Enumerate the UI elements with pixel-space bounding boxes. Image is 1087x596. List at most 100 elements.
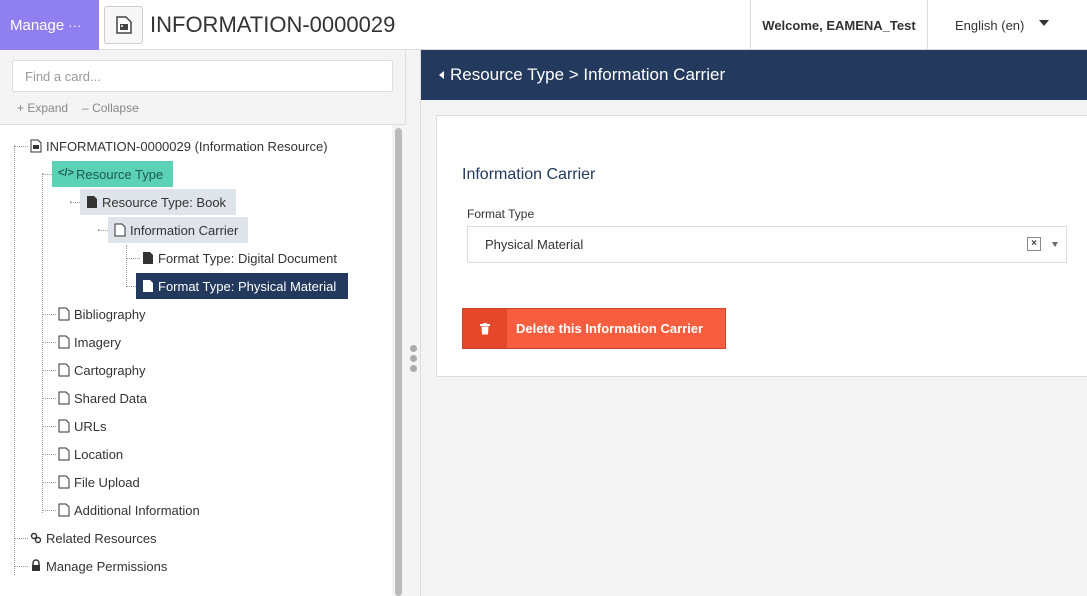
tree-node-label: Format Type: Digital Document	[158, 250, 337, 266]
tree-node-label: Format Type: Physical Material	[158, 278, 337, 294]
tree-node-location[interactable]: Location	[58, 441, 123, 467]
find-card-input[interactable]	[12, 60, 393, 92]
tree-node-resource-type-book[interactable]: Resource Type: Book	[80, 189, 237, 215]
tree-connector	[42, 510, 56, 511]
tree-connector	[42, 398, 56, 399]
delete-button[interactable]: Delete this Information Carrier	[462, 308, 726, 349]
tree-connector	[70, 202, 80, 203]
lock-icon	[32, 559, 40, 571]
tree-connector	[98, 230, 108, 231]
tree-connector	[42, 454, 56, 455]
card-tree-panel: + Expand – Collapse INFORMATION-0000029 …	[0, 50, 406, 596]
tree-scrollbar[interactable]	[392, 125, 406, 596]
collapse-button[interactable]: – Collapse	[82, 101, 139, 115]
grip-dot	[410, 355, 417, 362]
language-label: English (en)	[955, 17, 1025, 33]
tree-node-label: Location	[74, 446, 124, 462]
tree-node-imagery[interactable]: Imagery	[58, 329, 121, 355]
tree-node-resource-type[interactable]: </> Resource Type	[52, 161, 174, 187]
tree-tools: + Expand – Collapse	[17, 101, 139, 115]
file-icon	[58, 391, 70, 405]
tree-node-information-carrier[interactable]: Information Carrier	[108, 217, 249, 243]
tree-connector	[14, 145, 15, 575]
format-type-label: Format Type	[467, 207, 535, 221]
tree-node-label: Related Resources	[46, 530, 157, 546]
file-icon	[114, 223, 126, 237]
file-icon	[58, 503, 70, 517]
card-breadcrumb[interactable]: Resource Type > Information Carrier	[450, 65, 725, 85]
file-icon	[58, 419, 70, 433]
expand-button[interactable]: + Expand	[17, 101, 68, 115]
tree-node-cartography[interactable]: Cartography	[58, 357, 146, 383]
delete-label: Delete this Information Carrier	[516, 321, 704, 336]
manage-label: Manage	[10, 16, 65, 34]
tree-connector	[14, 566, 28, 567]
file-solid-icon	[87, 196, 97, 208]
tree-connector	[42, 426, 56, 427]
tree-node-label: Manage Permissions	[46, 558, 168, 574]
file-solid-icon	[143, 280, 153, 292]
tree-node-label: Information Carrier	[130, 222, 239, 238]
tree-connector	[14, 146, 28, 147]
tree-connector	[42, 173, 43, 513]
tree-node-label: Shared Data	[74, 390, 147, 406]
tree-node-label: Resource Type	[76, 166, 164, 182]
tree-node-label: File Upload	[74, 474, 140, 490]
tree-node-additional-information[interactable]: Additional Information	[58, 497, 200, 523]
scroll-thumb[interactable]	[395, 128, 402, 596]
tree-node-label: Bibliography	[74, 306, 146, 322]
card-form: Information Carrier Format Type Physical…	[436, 115, 1087, 377]
resource-title: INFORMATION-0000029	[150, 12, 396, 37]
tree-node-file-upload[interactable]: File Upload	[58, 469, 140, 495]
tree-node-root[interactable]: INFORMATION-0000029 (Information Resourc…	[30, 133, 328, 159]
tree-node-label: Additional Information	[74, 502, 200, 518]
tree-node-label: Cartography	[74, 362, 146, 378]
chevron-down-icon[interactable]	[1052, 242, 1058, 247]
file-solid-icon	[143, 252, 153, 264]
file-icon	[58, 447, 70, 461]
tree-node-bibliography[interactable]: Bibliography	[58, 301, 146, 327]
clear-icon[interactable]: ×	[1027, 237, 1041, 251]
caret-left-icon[interactable]	[439, 71, 444, 79]
tree-node-label: INFORMATION-0000029 (Information Resourc…	[46, 138, 328, 154]
format-type-select[interactable]: Physical Material ×	[467, 226, 1067, 263]
tree-connector	[126, 245, 127, 287]
tree-connector	[14, 538, 28, 539]
tree-node-label: Resource Type: Book	[102, 194, 227, 210]
user-menu[interactable]: Welcome, EAMENA_Test	[750, 0, 927, 50]
tree-node-shared-data[interactable]: Shared Data	[58, 385, 147, 411]
tree-node-label: URLs	[74, 418, 107, 434]
tree-node-urls[interactable]: URLs	[58, 413, 107, 439]
tree-node-related-resources[interactable]: Related Resources	[30, 525, 157, 551]
tree-connector	[126, 286, 136, 287]
file-icon	[58, 307, 70, 321]
tree-node-label: Imagery	[74, 334, 121, 350]
tree-node-manage-permissions[interactable]: Manage Permissions	[30, 553, 167, 579]
grip-dot	[410, 365, 417, 372]
link-icon	[30, 532, 42, 544]
image-resource-icon	[104, 6, 143, 44]
format-type-value: Physical Material	[485, 237, 584, 252]
tree-connector	[42, 174, 52, 175]
file-icon	[58, 363, 70, 377]
file-icon	[58, 335, 70, 349]
trash-icon	[463, 309, 507, 348]
tree-connector	[126, 258, 140, 259]
card-title: Information Carrier	[462, 166, 596, 183]
grip-dot	[410, 345, 417, 352]
more-icon: ···	[68, 17, 82, 33]
tree-node-format-physical[interactable]: Format Type: Physical Material	[136, 273, 349, 299]
tree-connector	[42, 342, 56, 343]
tree-connector	[42, 482, 56, 483]
language-select[interactable]: English (en)	[927, 0, 1087, 50]
code-icon: </>	[58, 167, 74, 179]
tree-connector	[42, 370, 56, 371]
tree-connector	[42, 314, 56, 315]
top-bar: Manage ··· INFORMATION-0000029 Welcome, …	[0, 0, 1087, 50]
tree-node-format-digital[interactable]: Format Type: Digital Document	[142, 245, 337, 271]
image-file-icon	[30, 139, 42, 153]
file-icon	[58, 475, 70, 489]
card-breadcrumb-header: Resource Type > Information Carrier	[421, 50, 1087, 100]
panel-splitter[interactable]	[406, 50, 421, 596]
manage-button[interactable]: Manage ···	[0, 0, 99, 50]
